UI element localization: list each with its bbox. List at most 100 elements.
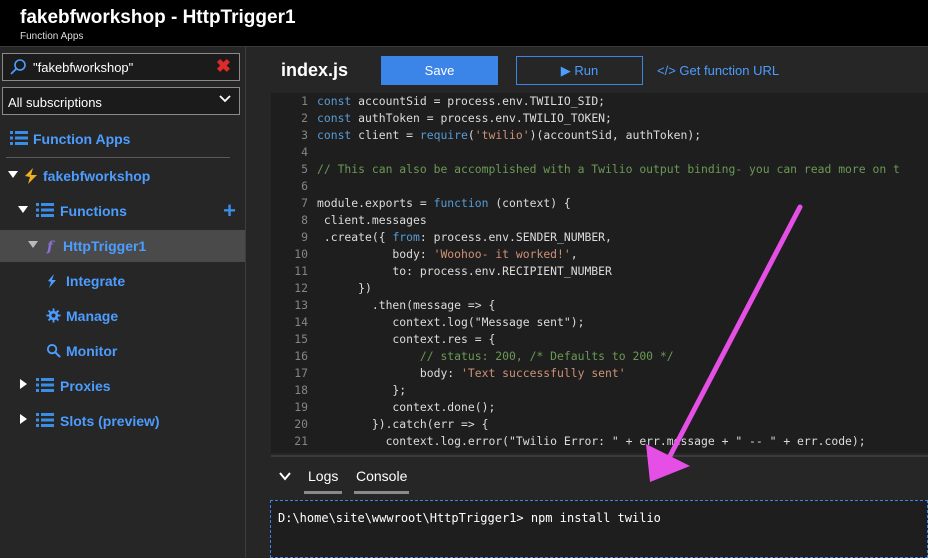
code-line[interactable]: 17 body: 'Text successfully sent' (271, 366, 928, 383)
line-number: 9 (301, 230, 308, 244)
sidebar: "fakebfworkshop" ✖ All subscriptions Fun… (0, 47, 246, 558)
sidebar-item-functions[interactable]: Functions + (0, 195, 245, 227)
top-bar: fakebfworkshop - HttpTrigger1 Function A… (0, 0, 928, 47)
code-line[interactable]: 9 .create({ from: process.env.SENDER_NUM… (271, 230, 928, 247)
line-number: 15 (294, 332, 308, 346)
file-name: index.js (281, 60, 349, 80)
code-line[interactable]: 14 context.log("Message sent"); (271, 315, 928, 332)
console-line: D:\home\site\wwwroot\HttpTrigger1> npm i… (278, 511, 661, 525)
line-number: 4 (301, 145, 308, 159)
line-number: 18 (294, 383, 308, 397)
code-line[interactable]: 4 (271, 145, 928, 162)
line-number: 21 (294, 434, 308, 448)
line-number: 13 (294, 298, 308, 312)
line-number: 1 (301, 94, 308, 108)
tab-console[interactable]: Console (356, 468, 407, 484)
code-text: // status: 200, /* Defaults to 200 */ (419, 349, 674, 363)
line-number: 10 (294, 247, 308, 261)
line-number: 12 (294, 281, 308, 295)
code-text: // This can also be accomplished with a … (317, 162, 900, 176)
sidebar-item-label: Proxies (60, 378, 111, 394)
line-number: 17 (294, 366, 308, 380)
list-icon (10, 131, 28, 145)
expand-caret-icon[interactable] (20, 414, 27, 424)
code-text: body: 'Woohoo- it worked!', (317, 247, 578, 261)
page-subtitle: Function Apps (20, 31, 84, 42)
sidebar-item-monitor[interactable]: Monitor (0, 335, 245, 367)
tab-console-underline (354, 491, 409, 494)
code-line[interactable]: 8 client.messages (271, 213, 928, 230)
chevron-down-icon (219, 95, 231, 103)
code-line[interactable]: 2 const authToken = process.env.TWILIO_TO… (271, 111, 928, 128)
sidebar-item-slots[interactable]: Slots (preview) (0, 405, 245, 437)
code-text: to: process.env.RECIPIENT_NUMBER (317, 264, 612, 278)
search-input[interactable]: "fakebfworkshop" ✖ (2, 53, 240, 81)
code-line[interactable]: 1 const accountSid = process.env.TWILIO_S… (271, 94, 928, 111)
console-output[interactable]: D:\home\site\wwwroot\HttpTrigger1> npm i… (270, 500, 928, 558)
code-text: body: 'Text successfully sent' (317, 366, 626, 380)
tab-logs-underline (304, 491, 342, 494)
search-icon (46, 343, 61, 358)
code-line[interactable]: 11 to: process.env.RECIPIENT_NUMBER (271, 264, 928, 281)
function-icon: f (46, 239, 56, 254)
code-line[interactable]: 7 module.exports = function (context) { (271, 196, 928, 213)
line-number: 20 (294, 417, 308, 431)
code-editor[interactable]: 1 const accountSid = process.env.TWILIO_S… (271, 93, 928, 453)
code-line[interactable]: 5 // This can also be accomplished with a… (271, 162, 928, 179)
sidebar-divider (6, 157, 230, 158)
sidebar-item-httptrigger1[interactable]: f HttpTrigger1 (0, 230, 245, 262)
add-function-icon[interactable]: + (223, 198, 236, 224)
search-value: "fakebfworkshop" (33, 60, 134, 75)
code-line[interactable]: 12 }) (271, 281, 928, 298)
page-title: fakebfworkshop - HttpTrigger1 (20, 7, 296, 28)
expand-caret-icon[interactable] (18, 206, 28, 213)
code-text: context.log("Message sent"); (317, 315, 585, 329)
code-line[interactable]: 18 }; (271, 383, 928, 400)
save-button[interactable]: Save (381, 56, 498, 85)
code-text: }) (317, 281, 372, 295)
sidebar-item-label: Function Apps (33, 131, 131, 147)
bottom-panel-tabs: Logs Console (271, 457, 928, 495)
line-number: 14 (294, 315, 308, 329)
sidebar-item-manage[interactable]: Manage (0, 300, 245, 332)
subscription-select[interactable]: All subscriptions (2, 87, 240, 115)
code-line[interactable]: 15 context.res = { (271, 332, 928, 349)
expand-caret-icon[interactable] (20, 379, 27, 389)
expand-caret-icon[interactable] (8, 171, 18, 178)
code-line[interactable]: 20 }).catch(err => { (271, 417, 928, 434)
chevron-down-icon[interactable] (279, 470, 291, 482)
list-icon (36, 203, 54, 217)
code-line[interactable]: 13 .then(message => { (271, 298, 928, 315)
sidebar-item-fakebfworkshop[interactable]: fakebfworkshop (0, 160, 245, 192)
code-line[interactable]: 10 body: 'Woohoo- it worked!', (271, 247, 928, 264)
expand-caret-icon[interactable] (28, 241, 38, 248)
line-number: 11 (294, 264, 308, 278)
list-icon (36, 413, 54, 427)
sidebar-item-integrate[interactable]: Integrate (0, 265, 245, 297)
code-line[interactable]: 21 context.log.error("Twilio Error: " + … (271, 434, 928, 451)
line-number: 16 (294, 349, 308, 363)
sidebar-item-label: Functions (60, 203, 127, 219)
line-number: 8 (301, 213, 308, 227)
gear-icon (46, 308, 61, 323)
tab-logs[interactable]: Logs (308, 468, 338, 484)
sidebar-item-proxies[interactable]: Proxies (0, 370, 245, 402)
code-text: }; (317, 383, 407, 397)
code-text: context.log.error("Twilio Error: " + err… (317, 434, 866, 448)
sidebar-item-label: Slots (preview) (60, 413, 160, 429)
code-text: context.res = { (317, 332, 496, 346)
sidebar-item-label: HttpTrigger1 (63, 238, 147, 254)
code-line[interactable]: 6 (271, 179, 928, 196)
sidebar-item-label: Integrate (66, 273, 126, 289)
code-text: const client = require('twilio')(account… (317, 128, 702, 142)
function-app-bolt-icon (25, 168, 37, 184)
code-line[interactable]: 16 // status: 200, /* Defaults to 200 */ (271, 349, 928, 366)
clear-search-icon[interactable]: ✖ (216, 56, 231, 77)
subscription-value: All subscriptions (8, 95, 102, 110)
run-button[interactable]: ▶ Run (516, 56, 643, 85)
sidebar-item-function-apps[interactable]: Function Apps (0, 123, 245, 155)
bolt-icon (48, 274, 56, 288)
code-line[interactable]: 3 const client = require('twilio')(accoun… (271, 128, 928, 145)
code-line[interactable]: 19 context.done(); (271, 400, 928, 417)
get-function-url-link[interactable]: </> Get function URL (657, 63, 779, 78)
